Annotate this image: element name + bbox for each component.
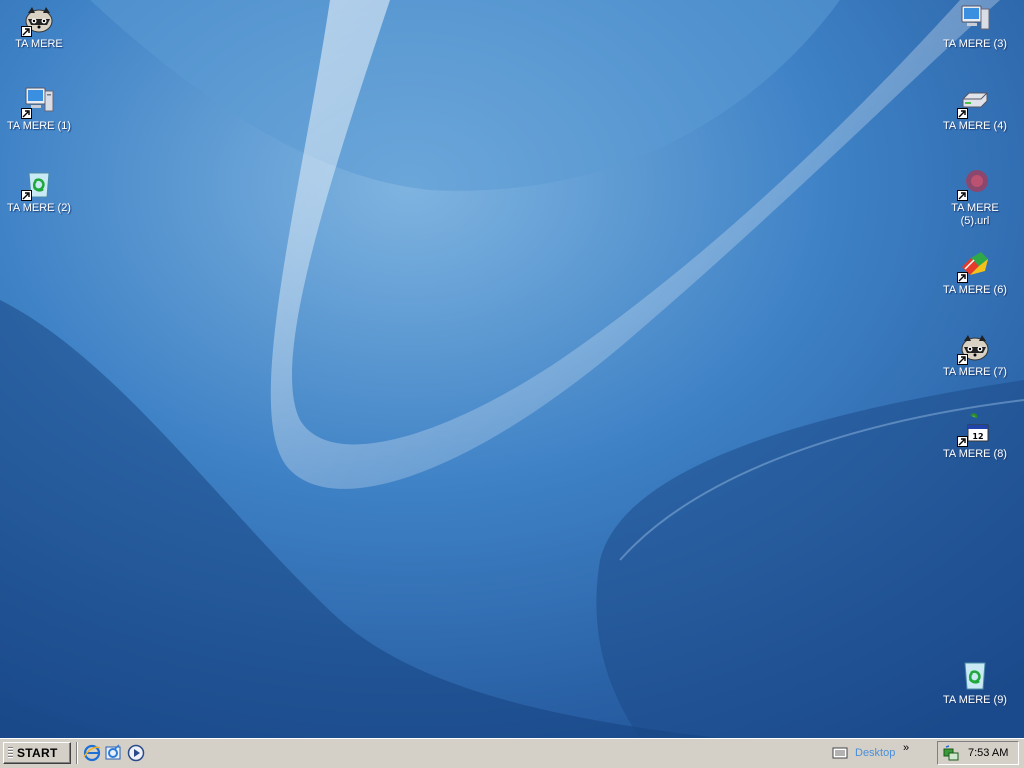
shortcut-arrow-icon <box>957 436 968 447</box>
desktop-icon-ta-mere-9[interactable]: TA MERE (9) <box>935 659 1015 707</box>
shortcut-arrow-icon <box>21 108 32 119</box>
media-player-icon[interactable] <box>127 744 145 762</box>
grip-icon <box>8 747 13 759</box>
outlook-express-icon[interactable] <box>104 744 122 762</box>
internet-explorer-icon[interactable] <box>83 744 101 762</box>
icon-label: TA MERE (1) <box>7 120 71 132</box>
recycle-bin-icon <box>964 662 986 690</box>
desktop[interactable]: TA MERE TA MERE (1) TA MERE (2) TA MERE … <box>0 0 1024 738</box>
svg-text:12: 12 <box>972 432 983 441</box>
shortcut-arrow-icon <box>21 26 32 37</box>
clock[interactable]: 7:53 AM <box>968 747 1008 759</box>
desktop-toolbar-icon[interactable] <box>832 746 848 760</box>
desktop-icon-ta-mere-3[interactable]: TA MERE (3) <box>935 3 1015 51</box>
my-computer-icon <box>961 5 990 30</box>
desktop-icon-ta-mere-8[interactable]: 12 TA MERE (8) <box>935 413 1015 461</box>
shortcut-arrow-icon <box>957 108 968 119</box>
icon-label: TA MERE (8) <box>943 448 1007 460</box>
desktop-icon-ta-mere-5-url[interactable]: TA MERE (5).url <box>935 167 1015 228</box>
desktop-icon-ta-mere-2[interactable]: TA MERE (2) <box>0 167 79 215</box>
icon-label: TA MERE (9) <box>943 694 1007 706</box>
start-button[interactable]: START <box>3 742 71 764</box>
desktop-icon-ta-mere-7[interactable]: TA MERE (7) <box>935 331 1015 379</box>
desktop-icon-ta-mere-1[interactable]: TA MERE (1) <box>0 85 79 133</box>
icon-label: TA MERE (2) <box>7 202 71 214</box>
toolbar-chevron-icon[interactable]: » <box>903 742 909 754</box>
desktop-icon-ta-mere[interactable]: TA MERE <box>0 3 79 51</box>
shortcut-arrow-icon <box>957 190 968 201</box>
icon-label: TA MERE (6) <box>943 284 1007 296</box>
start-label: START <box>17 746 58 760</box>
desktop-icon-ta-mere-6[interactable]: TA MERE (6) <box>935 249 1015 297</box>
desktop-toolbar-label[interactable]: Desktop <box>855 747 895 759</box>
desktop-icon-ta-mere-4[interactable]: TA MERE (4) <box>935 85 1015 133</box>
icon-label: TA MERE <box>15 38 63 50</box>
icon-label: TA MERE (5).url <box>951 202 999 227</box>
icon-label: TA MERE (4) <box>943 120 1007 132</box>
system-tray: 7:53 AM <box>937 741 1019 765</box>
taskbar-separator <box>76 742 78 764</box>
icon-label: TA MERE (7) <box>943 366 1007 378</box>
wallpaper <box>0 0 1024 738</box>
taskbar: START Desktop » 7:53 AM <box>0 738 1024 768</box>
shortcut-arrow-icon <box>957 354 968 365</box>
shortcut-arrow-icon <box>957 272 968 283</box>
icon-label: TA MERE (3) <box>943 38 1007 50</box>
network-icon[interactable] <box>943 745 959 761</box>
shortcut-arrow-icon <box>21 190 32 201</box>
